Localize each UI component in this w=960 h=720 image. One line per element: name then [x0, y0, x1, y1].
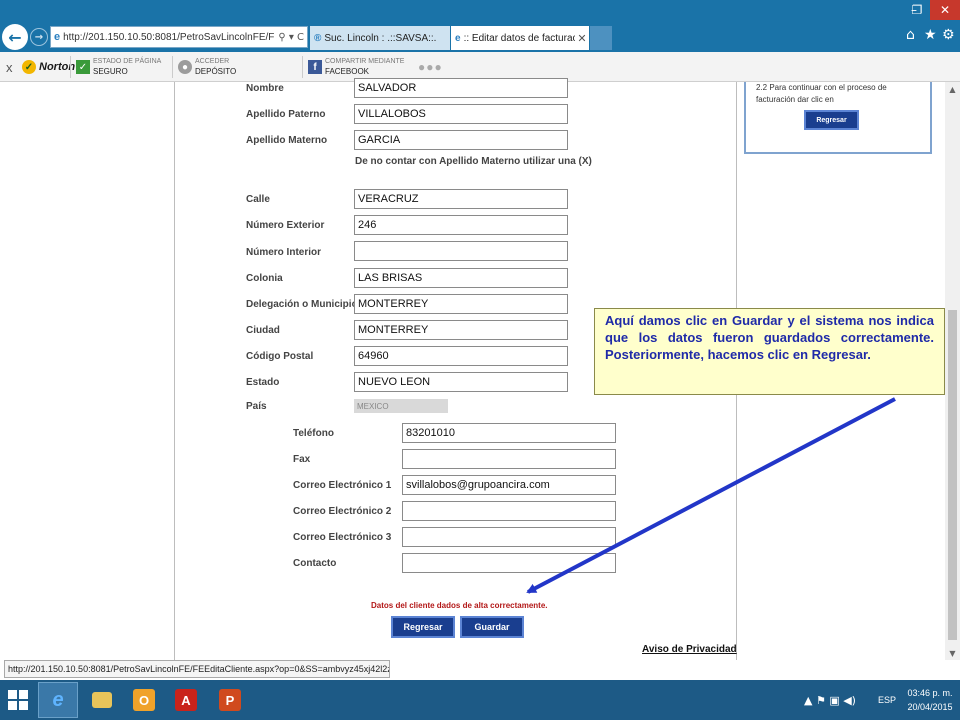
annotation-arrow [526, 397, 896, 594]
internet-explorer-icon: e [52, 688, 64, 711]
start-button[interactable] [6, 682, 30, 718]
clock-time: 03:46 p. m. [907, 688, 953, 698]
powerpoint-icon: P [219, 689, 241, 711]
adobe-pdf-icon: A [175, 689, 197, 711]
tray-language[interactable]: ESP [878, 680, 896, 720]
clock-date: 20/04/2015 [907, 702, 953, 712]
taskbar-outlook[interactable]: O [124, 682, 164, 718]
page-scrollbar[interactable]: ▲ ▼ [945, 82, 960, 660]
tray-icons[interactable]: ▲ ⚑ ▣ ◀) [804, 680, 856, 720]
scroll-up-icon[interactable]: ▲ [945, 82, 960, 96]
folder-icon [92, 692, 112, 708]
status-bar-url: http://201.150.10.50:8081/PetroSavLincol… [4, 660, 390, 678]
scroll-down-icon[interactable]: ▼ [945, 646, 960, 660]
taskbar-file-explorer[interactable] [82, 682, 122, 718]
windows-logo-icon [8, 690, 28, 710]
taskbar-clock[interactable]: 03:46 p. m. 20/04/2015 [904, 686, 956, 714]
taskbar-powerpoint[interactable]: P [210, 682, 250, 718]
taskbar-internet-explorer[interactable]: e [38, 682, 78, 718]
taskbar-acrobat[interactable]: A [166, 682, 206, 718]
scrollbar-thumb[interactable] [948, 310, 957, 640]
outlook-icon: O [133, 689, 155, 711]
